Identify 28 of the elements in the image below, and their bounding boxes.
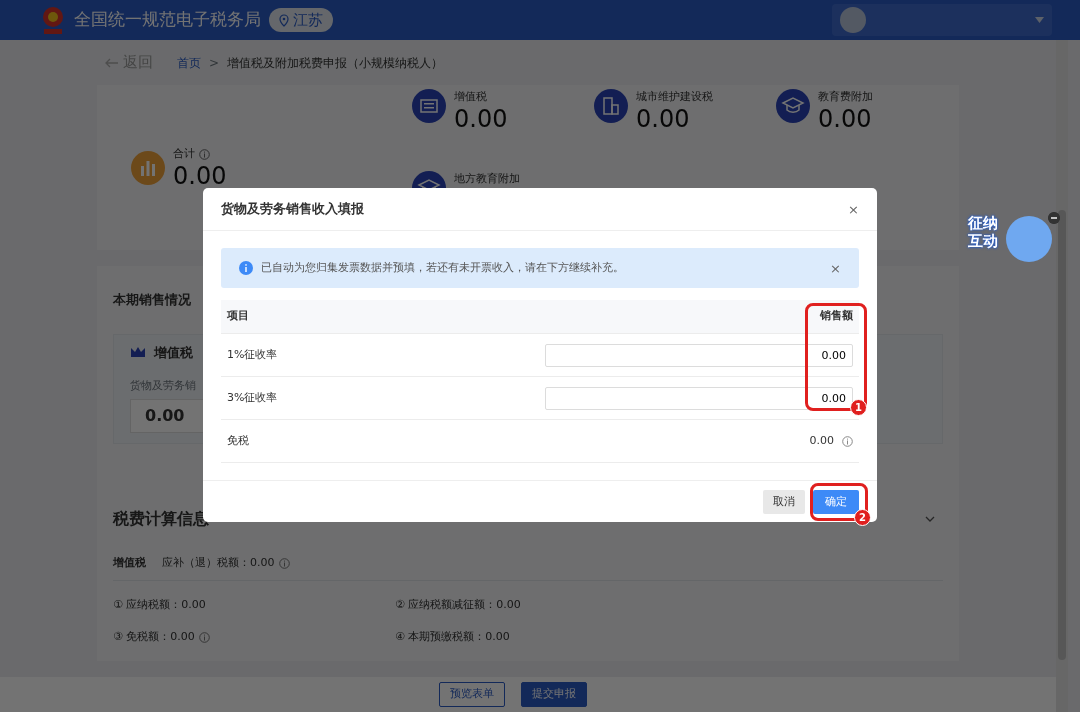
tax-detail-text: ① 应纳税额：0.00 [113,596,206,613]
tax-detail-text: ④ 本期预缴税额：0.00 [395,629,510,645]
total-label: 合计 [173,146,195,163]
tax-item-amount: 0.00 [636,105,691,132]
total-amount: 0.00 [173,162,227,189]
tax-detail-text: ② 应纳税额减征额：0.00 [395,596,521,613]
row-label: 免税 [227,432,249,449]
panel-title: 增值税 [154,343,193,362]
tax-name: 增值税 [113,555,146,571]
column-header: 销售额 [820,308,853,325]
step-number: 1 [850,399,867,416]
amount-value: 0.00 [809,432,834,449]
tax-item-amount: 0.00 [818,105,873,132]
tax-item-amount: 0.00 [454,105,508,132]
row-label: 1%征收率 [227,346,278,363]
column-header: 项目 [227,308,249,325]
alert-text: 已自动为您归集发票数据并预填，若还有未开票收入，请在下方继续补充。 [261,259,624,276]
breadcrumb-current: 增值税及附加税费申报（小规模纳税人） [227,54,444,72]
tax-item-label: 增值税 [454,89,488,105]
tax-item-label: 城市维护建设税 [636,89,713,105]
tax-item-label: 地方教育附加 [454,171,520,187]
dialog-title: 货物及劳务销售收入填报 [221,200,364,219]
breadcrumb-separator: > [209,54,220,72]
tax-item-label: 教育费附加 [818,89,873,105]
section-title: 本期销售情况 [113,291,192,309]
tax-due-text: 应补（退）税额：0.00 [162,555,275,571]
site-title: 全国统一规范电子税务局 [74,8,261,32]
tax-detail-text: ③ 免税额：0.00 [113,629,195,645]
